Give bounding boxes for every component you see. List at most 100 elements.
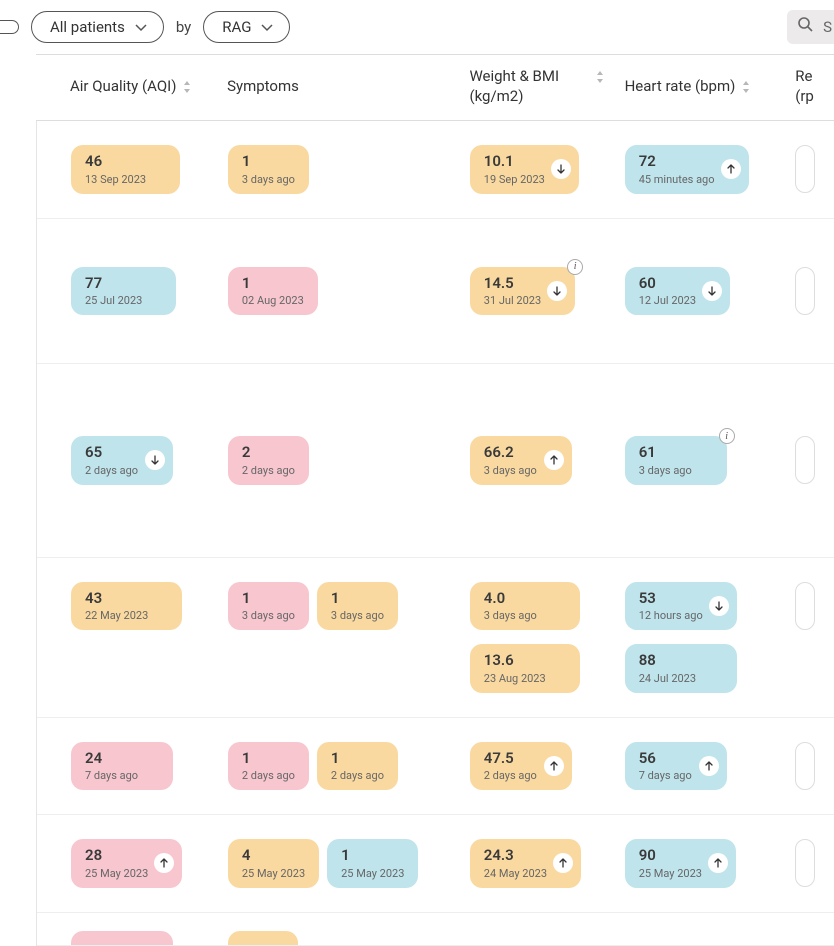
column-header-weight[interactable]: Weight & BMI (kg/m2) — [469, 67, 624, 106]
metric-chip[interactable] — [71, 931, 173, 945]
chip-subtext: 7 days ago — [639, 769, 693, 782]
chip-subtext: 2 days ago — [242, 769, 295, 782]
chip-subtext: 12 hours ago — [639, 609, 703, 622]
metric-chip-partial[interactable] — [795, 145, 815, 193]
chip-subtext: 3 days ago — [484, 464, 538, 477]
chip-value: 65 — [85, 444, 139, 461]
chip-value: 43 — [85, 590, 148, 607]
sort-icon — [595, 70, 605, 84]
metric-chip[interactable]: 1 25 May 2023 — [327, 839, 418, 888]
table-row — [37, 913, 834, 946]
metric-chip[interactable] — [228, 931, 298, 945]
table-row: 4322 May 2023 13 days ago13 days ago 4.03 … — [37, 558, 834, 718]
trend-up-icon — [708, 853, 728, 873]
metric-chip[interactable]: 1 02 Aug 2023 — [228, 267, 318, 316]
info-icon[interactable]: i — [719, 428, 735, 444]
chip-subtext: 25 May 2023 — [85, 867, 148, 880]
metric-chip[interactable]: 13 days ago — [228, 145, 309, 194]
chip-value: 46 — [85, 153, 146, 170]
metric-chip[interactable]: 10.119 Sep 2023 — [470, 145, 579, 194]
trend-down-icon — [702, 281, 722, 301]
metric-chip[interactable]: 8824 Jul 2023 — [625, 644, 737, 693]
metric-chip[interactable]: 24 7 days ago — [71, 742, 173, 791]
metric-chip[interactable]: 90 25 May 2023 — [625, 839, 736, 888]
chip-value: 1 — [242, 153, 295, 170]
data-table: Air Quality (AQI) Symptoms Weight & BMI … — [36, 54, 834, 946]
info-icon[interactable]: i — [567, 259, 583, 275]
metric-chip[interactable]: 13 days ago — [228, 582, 309, 631]
column-header-heartrate[interactable]: Heart rate (bpm) — [625, 77, 796, 97]
chip-subtext: 25 May 2023 — [639, 867, 702, 880]
chip-value: 88 — [639, 652, 703, 669]
patients-filter[interactable]: All patients — [31, 11, 164, 43]
chip-subtext: 3 days ago — [242, 609, 295, 622]
metric-chip[interactable]: 567 days ago — [625, 742, 727, 791]
chip-value: 1 — [331, 750, 384, 767]
chip-subtext: 3 days ago — [331, 609, 384, 622]
trend-down-icon — [547, 281, 567, 301]
chip-value: 90 — [639, 847, 702, 864]
chip-subtext: 24 May 2023 — [484, 867, 547, 880]
metric-chip[interactable]: 4613 Sep 2023 — [71, 145, 180, 194]
metric-chip[interactable]: 1 2 days ago — [317, 742, 398, 791]
column-header-symptoms[interactable]: Symptoms — [227, 77, 469, 97]
trend-down-icon — [145, 450, 165, 470]
metric-chip[interactable]: 5312 hours ago — [625, 582, 737, 631]
table-row: 4613 Sep 2023 13 days ago 10.119 Sep 2023 7… — [37, 121, 834, 219]
by-label: by — [176, 18, 191, 36]
table-row: 652 days ago 22 days ago 66.23 days ago 613… — [37, 364, 834, 558]
chip-value: 1 — [341, 847, 404, 864]
metric-chip[interactable]: 47.52 days ago — [470, 742, 572, 791]
rag-filter[interactable]: RAG — [203, 11, 290, 43]
chip-value: 13.6 — [484, 652, 546, 669]
metric-chip[interactable]: 613 days agoi — [625, 436, 727, 485]
metric-chip[interactable]: 13 days ago — [317, 582, 398, 631]
metric-chip[interactable]: 425 May 2023 — [228, 839, 319, 888]
trend-up-icon — [553, 853, 573, 873]
chip-value: 47.5 — [484, 750, 538, 767]
trend-up-icon — [721, 159, 741, 179]
sort-icon — [182, 80, 192, 94]
column-header-aqi[interactable]: Air Quality (AQI) — [70, 77, 227, 97]
metric-chip-partial[interactable] — [795, 742, 815, 790]
table-row: 24 7 days ago 1 2 days ago 1 2 days ago 47.52 … — [37, 718, 834, 816]
chip-subtext: 25 Jul 2023 — [85, 294, 142, 307]
metric-chip[interactable]: 1 2 days ago — [228, 742, 309, 791]
metric-chip-partial[interactable] — [795, 436, 815, 484]
chip-value: 1 — [242, 275, 304, 292]
metric-chip-partial[interactable] — [795, 267, 815, 315]
table-header: Air Quality (AQI) Symptoms Weight & BMI … — [36, 55, 834, 121]
sort-icon — [741, 80, 751, 94]
chip-subtext: 25 May 2023 — [341, 867, 404, 880]
metric-chip[interactable]: 24.324 May 2023 — [470, 839, 581, 888]
search-placeholder: S — [823, 18, 832, 36]
chip-subtext: 2 days ago — [331, 769, 384, 782]
chip-value: 24 — [85, 750, 139, 767]
metric-chip[interactable]: 14.531 Jul 2023i — [470, 267, 575, 316]
trend-down-icon — [551, 159, 571, 179]
metric-chip[interactable]: 4.03 days ago — [470, 582, 580, 631]
metric-chip[interactable]: 66.23 days ago — [470, 436, 572, 485]
metric-chip-partial[interactable] — [795, 839, 815, 887]
metric-chip[interactable]: 6012 Jul 2023 — [625, 267, 730, 316]
chip-value: 10.1 — [484, 153, 545, 170]
metric-chip[interactable]: 13.6 23 Aug 2023 — [470, 644, 580, 693]
search-box[interactable]: S — [787, 10, 834, 44]
column-header-re[interactable]: Re(rp — [795, 67, 834, 106]
chip-subtext: 23 Aug 2023 — [484, 672, 546, 685]
metric-chip[interactable]: 652 days ago — [71, 436, 173, 485]
chip-value: 1 — [242, 750, 295, 767]
metric-chip[interactable]: 22 days ago — [228, 436, 309, 485]
search-icon — [797, 16, 815, 38]
metric-chip[interactable]: 2825 May 2023 — [71, 839, 182, 888]
metric-chip[interactable]: 7245 minutes ago — [625, 145, 749, 194]
patients-filter-label: All patients — [50, 18, 125, 36]
chip-subtext: 12 Jul 2023 — [639, 294, 696, 307]
chip-subtext: 3 days ago — [484, 609, 546, 622]
metric-chip-partial[interactable] — [795, 582, 815, 630]
metric-chip[interactable]: 7725 Jul 2023 — [71, 267, 176, 316]
chip-subtext: 7 days ago — [85, 769, 139, 782]
filter-pill-partial[interactable] — [0, 20, 19, 34]
metric-chip[interactable]: 4322 May 2023 — [71, 582, 182, 631]
chip-subtext: 02 Aug 2023 — [242, 294, 304, 307]
